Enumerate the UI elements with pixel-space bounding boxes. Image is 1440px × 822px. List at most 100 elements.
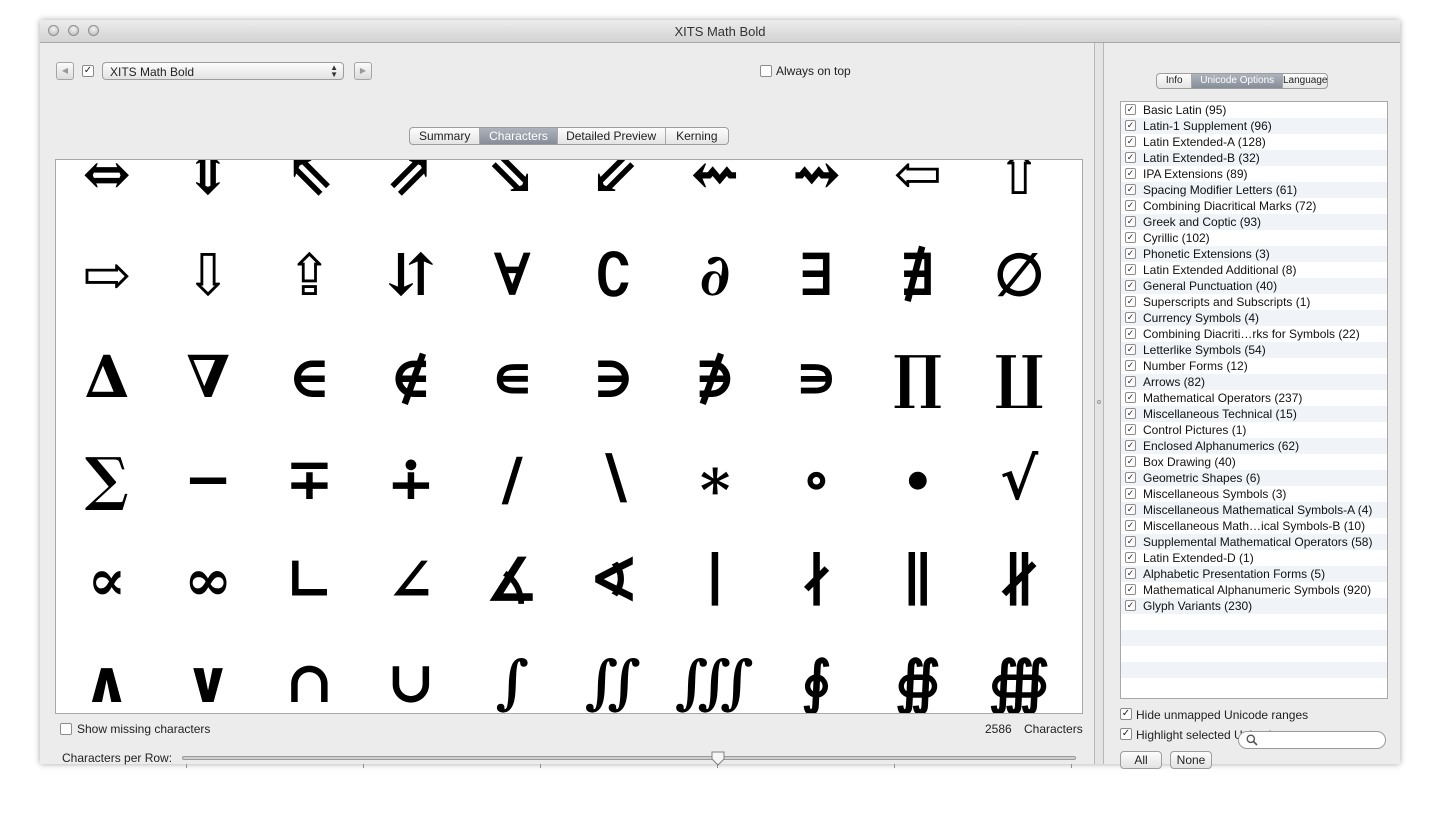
unicode-range-row[interactable]: ✓ Latin Extended-B (32) — [1121, 150, 1387, 166]
glyph-cell[interactable]: ∄ — [867, 225, 968, 327]
glyph-cell[interactable]: ∢ — [563, 529, 664, 631]
glyph-cell[interactable]: ∧ — [56, 631, 157, 713]
unicode-range-row[interactable]: ✓ Mathematical Alphanumeric Symbols (920) — [1121, 582, 1387, 598]
tab-languages[interactable]: Languages — [1283, 74, 1327, 88]
unicode-range-checkbox[interactable]: ✓ — [1125, 440, 1136, 451]
unicode-range-row[interactable]: ✓ Alphabetic Presentation Forms (5) — [1121, 566, 1387, 582]
unicode-range-row[interactable]: ✓ Miscellaneous Mathematical Symbols-A (4… — [1121, 502, 1387, 518]
unicode-range-checkbox[interactable]: ✓ — [1125, 584, 1136, 595]
unicode-range-row[interactable]: ✓ Phonetic Extensions (3) — [1121, 246, 1387, 262]
glyph-cell[interactable]: ∨ — [157, 631, 258, 713]
glyph-cell[interactable]: ∝ — [56, 529, 157, 631]
font-popup[interactable]: XITS Math Bold ▲ ▼ — [102, 62, 344, 80]
glyph-cell[interactable]: √ — [969, 428, 1070, 530]
glyph-cell[interactable]: ∐ — [969, 326, 1070, 428]
glyph-cell[interactable]: ∟ — [259, 529, 360, 631]
unicode-range-row[interactable]: ✓ Mathematical Operators (237) — [1121, 390, 1387, 406]
glyph-cell[interactable]: ⇖ — [259, 160, 360, 225]
glyph-cell[interactable]: ∣ — [664, 529, 765, 631]
glyph-cell[interactable]: ∠ — [360, 529, 461, 631]
highlight-selected-checkbox[interactable]: ✓ — [1120, 728, 1132, 740]
always-on-top-checkbox[interactable] — [760, 65, 772, 77]
unicode-range-checkbox[interactable]: ✓ — [1125, 152, 1136, 163]
unicode-range-checkbox[interactable]: ✓ — [1125, 136, 1136, 147]
glyph-cell[interactable]: ∋ — [563, 326, 664, 428]
glyph-cell[interactable]: ∔ — [360, 428, 461, 530]
glyph-cell[interactable]: ∥ — [867, 529, 968, 631]
glyph-cell[interactable]: ∰ — [969, 631, 1070, 713]
unicode-range-row[interactable]: ✓ Combining Diacritical Marks (72) — [1121, 198, 1387, 214]
glyph-cell[interactable]: ⇩ — [157, 225, 258, 327]
unicode-range-checkbox[interactable]: ✓ — [1125, 552, 1136, 563]
glyph-cell[interactable]: ∑ — [56, 428, 157, 530]
unicode-range-checkbox[interactable]: ✓ — [1125, 536, 1136, 547]
unicode-range-row[interactable]: ✓ Latin-1 Supplement (96) — [1121, 118, 1387, 134]
unicode-range-row[interactable]: ✓ Supplemental Mathematical Operators (58… — [1121, 534, 1387, 550]
unicode-range-checkbox[interactable]: ✓ — [1125, 344, 1136, 355]
unicode-range-checkbox[interactable]: ✓ — [1125, 424, 1136, 435]
glyph-cell[interactable]: ∗ — [664, 428, 765, 530]
unicode-range-row[interactable]: ✓ Geometric Shapes (6) — [1121, 470, 1387, 486]
select-all-button[interactable]: All — [1120, 751, 1162, 769]
titlebar[interactable]: XITS Math Bold — [40, 20, 1400, 43]
unicode-range-checkbox[interactable]: ✓ — [1125, 376, 1136, 387]
glyph-cell[interactable]: ⇜ — [664, 160, 765, 225]
unicode-range-row[interactable]: ✓ Currency Symbols (4) — [1121, 310, 1387, 326]
unicode-range-checkbox[interactable]: ✓ — [1125, 328, 1136, 339]
pane-splitter[interactable] — [1094, 43, 1104, 764]
glyph-cell[interactable]: ⇵ — [360, 225, 461, 327]
unicode-range-checkbox[interactable]: ✓ — [1125, 216, 1136, 227]
unicode-range-checkbox[interactable]: ✓ — [1125, 504, 1136, 515]
unicode-range-checkbox[interactable]: ✓ — [1125, 392, 1136, 403]
select-none-button[interactable]: None — [1170, 751, 1212, 769]
glyph-cell[interactable]: ∪ — [360, 631, 461, 713]
unicode-range-row[interactable]: ✓ Miscellaneous Math…ical Symbols-B (10) — [1121, 518, 1387, 534]
glyph-cell[interactable]: ∀ — [462, 225, 563, 327]
unicode-range-checkbox[interactable]: ✓ — [1125, 568, 1136, 579]
unicode-range-row[interactable]: ✓ Greek and Coptic (93) — [1121, 214, 1387, 230]
glyph-cell[interactable]: ∫ — [462, 631, 563, 713]
glyph-cell[interactable]: ∘ — [766, 428, 867, 530]
unicode-range-row[interactable]: ✓ Control Pictures (1) — [1121, 422, 1387, 438]
glyph-cell[interactable]: ∭ — [664, 631, 765, 713]
glyph-cell[interactable]: ⇨ — [56, 225, 157, 327]
glyph-cell[interactable]: ⇘ — [462, 160, 563, 225]
unicode-range-checkbox[interactable]: ✓ — [1125, 488, 1136, 499]
glyph-cell[interactable]: ⇕ — [157, 160, 258, 225]
glyph-cell[interactable]: ∅ — [969, 225, 1070, 327]
glyph-cell[interactable]: ⇗ — [360, 160, 461, 225]
previous-font-button[interactable]: ◀ — [56, 62, 74, 80]
glyph-cell[interactable]: ∇ — [157, 326, 258, 428]
unicode-range-checkbox[interactable]: ✓ — [1125, 456, 1136, 467]
glyph-cell[interactable]: ⇦ — [867, 160, 968, 225]
unicode-range-row[interactable]: ✓ Letterlike Symbols (54) — [1121, 342, 1387, 358]
glyph-cell[interactable]: ∌ — [664, 326, 765, 428]
tab-detailed-preview[interactable]: Detailed Preview — [558, 128, 666, 144]
glyph-cell[interactable]: ∊ — [462, 326, 563, 428]
glyph-cell[interactable]: ∆ — [56, 326, 157, 428]
unicode-range-row[interactable]: ✓ Cyrillic (102) — [1121, 230, 1387, 246]
glyph-cell[interactable]: ∤ — [766, 529, 867, 631]
glyph-cell[interactable]: ∩ — [259, 631, 360, 713]
tab-kerning[interactable]: Kerning — [666, 128, 728, 144]
range-search-field[interactable] — [1238, 731, 1386, 749]
glyph-cell[interactable]: ∏ — [867, 326, 968, 428]
unicode-range-row[interactable]: ✓ Combining Diacriti…rks for Symbols (22) — [1121, 326, 1387, 342]
unicode-range-row[interactable]: ✓ Enclosed Alphanumerics (62) — [1121, 438, 1387, 454]
unicode-range-row[interactable]: ✓ Box Drawing (40) — [1121, 454, 1387, 470]
unicode-range-row[interactable]: ✓ General Punctuation (40) — [1121, 278, 1387, 294]
unicode-range-list[interactable]: ✓ Basic Latin (95) ✓ Latin-1 Supplement (96… — [1120, 101, 1388, 699]
glyph-cell[interactable]: ∖ — [563, 428, 664, 530]
unicode-range-row[interactable]: ✓ Miscellaneous Symbols (3) — [1121, 486, 1387, 502]
unicode-range-row[interactable]: ✓ Miscellaneous Technical (15) — [1121, 406, 1387, 422]
glyph-cell[interactable]: ∈ — [259, 326, 360, 428]
glyph-cell[interactable]: ∁ — [563, 225, 664, 327]
glyph-cell[interactable]: ∍ — [766, 326, 867, 428]
unicode-range-row[interactable]: ✓ Arrows (82) — [1121, 374, 1387, 390]
unicode-range-checkbox[interactable]: ✓ — [1125, 120, 1136, 131]
unicode-range-row[interactable]: ✓ Latin Extended-D (1) — [1121, 550, 1387, 566]
unicode-range-checkbox[interactable]: ✓ — [1125, 520, 1136, 531]
glyph-cell[interactable]: ∙ — [867, 428, 968, 530]
glyph-cell[interactable]: ∂ — [664, 225, 765, 327]
unicode-range-checkbox[interactable]: ✓ — [1125, 168, 1136, 179]
